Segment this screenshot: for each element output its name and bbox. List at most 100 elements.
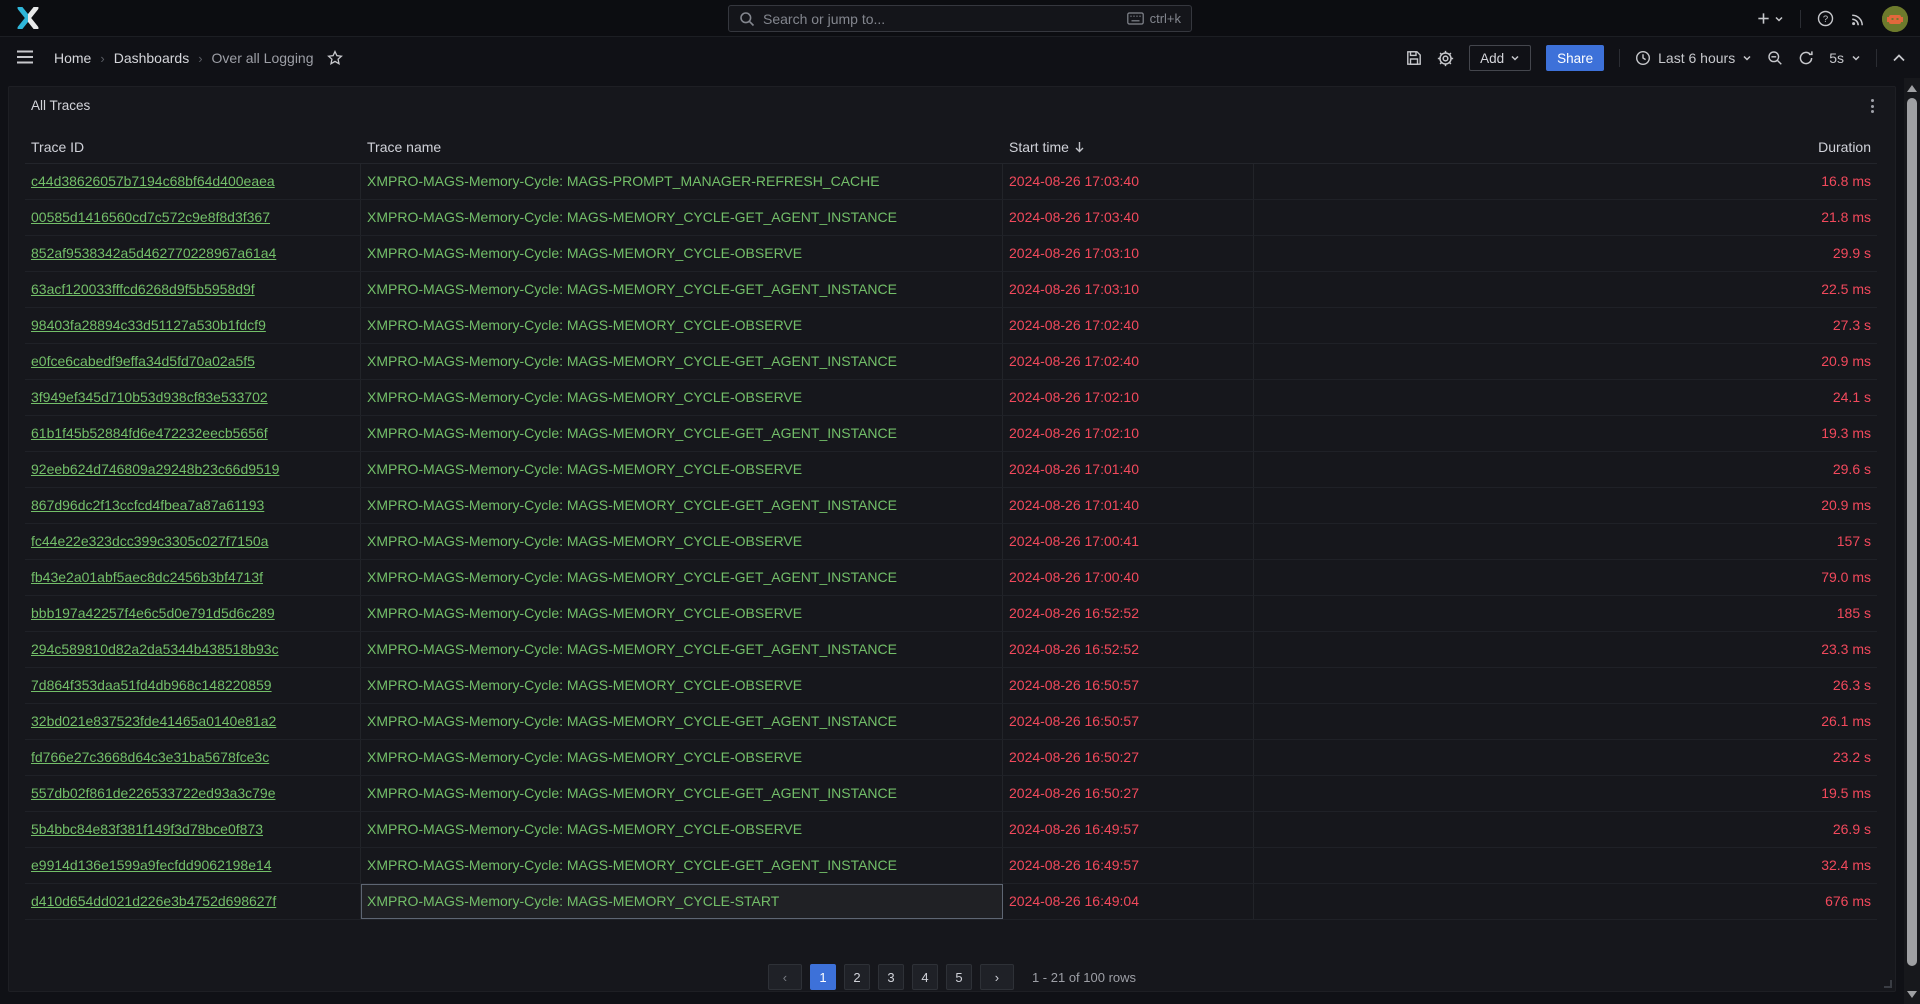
duration-cell: 24.1 s [1254, 380, 1877, 415]
pagination-next-button[interactable]: › [980, 964, 1014, 990]
table-row: 557db02f861de226533722ed93a3c79e XMPRO-M… [25, 776, 1877, 812]
trace-name-cell[interactable]: XMPRO-MAGS-Memory-Cycle: MAGS-MEMORY_CYC… [361, 848, 1003, 883]
add-button[interactable]: Add [1469, 45, 1531, 71]
trace-name-cell[interactable]: XMPRO-MAGS-Memory-Cycle: MAGS-MEMORY_CYC… [361, 524, 1003, 559]
pagination-prev-button[interactable]: ‹ [768, 964, 802, 990]
global-search[interactable]: ctrl+k [728, 5, 1192, 32]
trace-id-link[interactable]: 5b4bbc84e83f381f149f3d78bce0f873 [31, 821, 263, 837]
settings-gear-icon[interactable] [1437, 50, 1454, 67]
breadcrumb-home[interactable]: Home [54, 50, 91, 66]
trace-name-cell[interactable]: XMPRO-MAGS-Memory-Cycle: MAGS-MEMORY_CYC… [361, 308, 1003, 343]
breadcrumb-separator: › [198, 51, 202, 66]
duration-cell: 16.8 ms [1254, 164, 1877, 199]
trace-id-link[interactable]: 92eeb624d746809a29248b23c66d9519 [31, 461, 279, 477]
trace-name-cell[interactable]: XMPRO-MAGS-Memory-Cycle: MAGS-MEMORY_CYC… [361, 740, 1003, 775]
pagination: ‹ 12345 › 1 - 21 of 100 rows [9, 963, 1895, 991]
pagination-page-button[interactable]: 5 [946, 964, 972, 990]
trace-id-link[interactable]: 61b1f45b52884fd6e472232eecb5656f [31, 425, 268, 441]
duration-cell: 29.9 s [1254, 236, 1877, 271]
start-time-cell: 2024-08-26 17:02:10 [1003, 416, 1254, 451]
table-row: fb43e2a01abf5aec8dc2456b3bf4713f XMPRO-M… [25, 560, 1877, 596]
pagination-page-button[interactable]: 2 [844, 964, 870, 990]
trace-name-cell[interactable]: XMPRO-MAGS-Memory-Cycle: MAGS-MEMORY_CYC… [361, 452, 1003, 487]
trace-name-cell[interactable]: XMPRO-MAGS-Memory-Cycle: MAGS-MEMORY_CYC… [361, 380, 1003, 415]
trace-name-cell[interactable]: XMPRO-MAGS-Memory-Cycle: MAGS-MEMORY_CYC… [361, 776, 1003, 811]
chevron-down-icon [1742, 53, 1752, 63]
trace-id-cell: 852af9538342a5d462770228967a61a4 [25, 236, 361, 271]
scrollbar-down-arrow[interactable] [1904, 986, 1920, 1002]
trace-id-link[interactable]: fd766e27c3668d64c3e31ba5678fce3c [31, 749, 269, 765]
pagination-page-button[interactable]: 4 [912, 964, 938, 990]
trace-id-link[interactable]: 00585d1416560cd7c572c9e8f8d3f367 [31, 209, 270, 225]
start-time-cell: 2024-08-26 16:49:57 [1003, 848, 1254, 883]
pagination-page-button[interactable]: 3 [878, 964, 904, 990]
column-header-start-time[interactable]: Start time [1003, 139, 1254, 155]
trace-name-cell[interactable]: XMPRO-MAGS-Memory-Cycle: MAGS-MEMORY_CYC… [361, 704, 1003, 739]
trace-name-cell[interactable]: XMPRO-MAGS-Memory-Cycle: MAGS-MEMORY_CYC… [361, 560, 1003, 595]
breadcrumb-dashboards[interactable]: Dashboards [114, 50, 190, 66]
start-time-cell: 2024-08-26 17:02:40 [1003, 344, 1254, 379]
page-scrollbar[interactable] [1904, 78, 1920, 1004]
app-logo-icon[interactable] [16, 7, 40, 29]
panel-resize-handle[interactable] [1884, 980, 1892, 988]
trace-name-cell[interactable]: XMPRO-MAGS-Memory-Cycle: MAGS-MEMORY_CYC… [361, 236, 1003, 271]
duration-cell: 20.9 ms [1254, 488, 1877, 523]
column-header-trace-id[interactable]: Trace ID [25, 139, 361, 155]
user-avatar[interactable] [1882, 6, 1908, 32]
start-time-cell: 2024-08-26 16:52:52 [1003, 596, 1254, 631]
trace-id-link[interactable]: 294c589810d82a2da5344b438518b93c [31, 641, 279, 657]
trace-id-link[interactable]: 63acf120033fffcd6268d9f5b5958d9f [31, 281, 255, 297]
refresh-interval-picker[interactable]: 5s [1829, 50, 1861, 66]
trace-name-cell[interactable]: XMPRO-MAGS-Memory-Cycle: MAGS-MEMORY_CYC… [361, 200, 1003, 235]
pagination-page-button[interactable]: 1 [810, 964, 836, 990]
trace-id-link[interactable]: e9914d136e1599a9fecfdd9062198e14 [31, 857, 272, 873]
trace-id-link[interactable]: d410d654dd021d226e3b4752d698627f [31, 893, 276, 909]
panel-menu-kebab-icon[interactable] [1865, 97, 1879, 115]
menu-toggle-icon[interactable] [16, 49, 34, 65]
trace-name-cell[interactable]: XMPRO-MAGS-Memory-Cycle: MAGS-MEMORY_CYC… [361, 884, 1003, 919]
search-input[interactable] [763, 11, 1119, 27]
trace-name-cell[interactable]: XMPRO-MAGS-Memory-Cycle: MAGS-MEMORY_CYC… [361, 344, 1003, 379]
duration-cell: 23.3 ms [1254, 632, 1877, 667]
news-rss-icon[interactable] [1850, 11, 1866, 27]
trace-name-cell[interactable]: XMPRO-MAGS-Memory-Cycle: MAGS-PROMPT_MAN… [361, 164, 1003, 199]
trace-id-link[interactable]: fb43e2a01abf5aec8dc2456b3bf4713f [31, 569, 263, 585]
duration-cell: 19.3 ms [1254, 416, 1877, 451]
trace-name-cell[interactable]: XMPRO-MAGS-Memory-Cycle: MAGS-MEMORY_CYC… [361, 488, 1003, 523]
toolbar-divider [1876, 49, 1877, 67]
trace-name-cell[interactable]: XMPRO-MAGS-Memory-Cycle: MAGS-MEMORY_CYC… [361, 272, 1003, 307]
trace-id-link[interactable]: 3f949ef345d710b53d938cf83e533702 [31, 389, 268, 405]
trace-id-link[interactable]: 7d864f353daa51fd4db968c148220859 [31, 677, 272, 693]
duration-cell: 26.9 s [1254, 812, 1877, 847]
favorite-star-icon[interactable] [327, 50, 343, 66]
trace-name-cell[interactable]: XMPRO-MAGS-Memory-Cycle: MAGS-MEMORY_CYC… [361, 812, 1003, 847]
trace-name-cell[interactable]: XMPRO-MAGS-Memory-Cycle: MAGS-MEMORY_CYC… [361, 596, 1003, 631]
scrollbar-up-arrow[interactable] [1904, 80, 1920, 96]
start-time-cell: 2024-08-26 17:02:10 [1003, 380, 1254, 415]
time-range-picker[interactable]: Last 6 hours [1635, 50, 1752, 66]
help-icon[interactable]: ? [1817, 10, 1834, 27]
trace-id-link[interactable]: bbb197a42257f4e6c5d0e791d5d6c289 [31, 605, 275, 621]
trace-id-link[interactable]: 852af9538342a5d462770228967a61a4 [31, 245, 276, 261]
table-row: 7d864f353daa51fd4db968c148220859 XMPRO-M… [25, 668, 1877, 704]
scrollbar-thumb[interactable] [1907, 98, 1917, 966]
trace-id-link[interactable]: 32bd021e837523fde41465a0140e81a2 [31, 713, 276, 729]
trace-name-cell[interactable]: XMPRO-MAGS-Memory-Cycle: MAGS-MEMORY_CYC… [361, 416, 1003, 451]
trace-id-link[interactable]: c44d38626057b7194c68bf64d400eaea [31, 173, 275, 189]
trace-id-link[interactable]: 867d96dc2f13ccfcd4fbea7a87a61193 [31, 497, 264, 513]
zoom-out-icon[interactable] [1767, 50, 1783, 66]
share-button[interactable]: Share [1546, 45, 1604, 71]
trace-id-link[interactable]: 557db02f861de226533722ed93a3c79e [31, 785, 275, 801]
new-menu-button[interactable] [1756, 11, 1784, 26]
trace-id-link[interactable]: e0fce6cabedf9effa34d5fd70a02a5f5 [31, 353, 255, 369]
refresh-icon[interactable] [1798, 50, 1814, 66]
trace-id-link[interactable]: fc44e22e323dcc399c3305c027f7150a [31, 533, 268, 549]
trace-name-cell[interactable]: XMPRO-MAGS-Memory-Cycle: MAGS-MEMORY_CYC… [361, 668, 1003, 703]
save-dashboard-icon[interactable] [1406, 50, 1422, 66]
column-header-trace-name[interactable]: Trace name [361, 139, 1003, 155]
collapse-chevron-up-icon[interactable] [1892, 52, 1906, 64]
column-header-duration[interactable]: Duration [1254, 139, 1877, 155]
trace-id-link[interactable]: 98403fa28894c33d51127a530b1fdcf9 [31, 317, 266, 333]
table-row: fc44e22e323dcc399c3305c027f7150a XMPRO-M… [25, 524, 1877, 560]
trace-name-cell[interactable]: XMPRO-MAGS-Memory-Cycle: MAGS-MEMORY_CYC… [361, 632, 1003, 667]
